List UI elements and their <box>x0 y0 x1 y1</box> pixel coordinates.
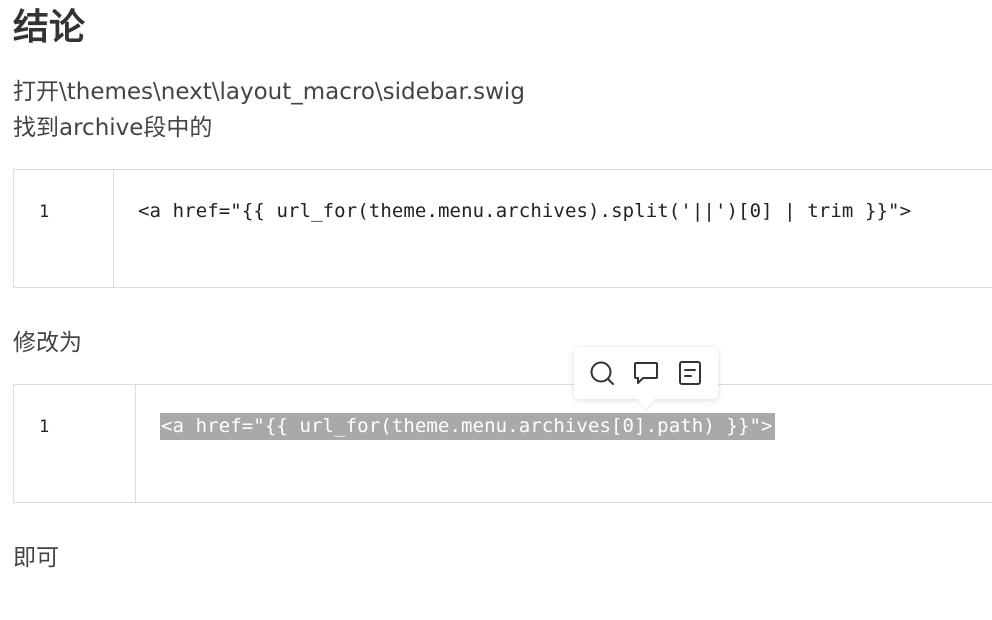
line-number: 1 <box>14 170 114 287</box>
code-block-original: 1 <a href="{{ url_for(theme.menu.archive… <box>13 169 992 288</box>
search-button[interactable] <box>585 356 619 390</box>
paragraph-done: 即可 <box>13 545 59 571</box>
paragraph-change-to: 修改为 <box>13 330 82 356</box>
search-icon <box>590 361 614 385</box>
paragraph-open-file: 打开\themes\next\layout_macro\sidebar.swig <box>13 79 525 105</box>
paragraph-find-archive: 找到archive段中的 <box>13 115 213 141</box>
selected-code-text[interactable]: <a href="{{ url_for(theme.menu.archives[… <box>160 413 775 440</box>
line-number: 1 <box>14 385 136 502</box>
selection-toolbar <box>574 347 718 399</box>
article-page: 结论 打开\themes\next\layout_macro\sidebar.s… <box>0 0 992 620</box>
comment-button[interactable] <box>629 356 663 390</box>
code-line[interactable]: <a href="{{ url_for(theme.menu.archives)… <box>114 170 911 287</box>
code-line[interactable]: <a href="{{ url_for(theme.menu.archives[… <box>136 385 775 502</box>
comment-icon <box>634 362 658 384</box>
note-button[interactable] <box>673 356 707 390</box>
section-heading: 结论 <box>13 7 86 48</box>
note-icon <box>679 361 701 385</box>
code-block-modified: 1 <a href="{{ url_for(theme.menu.archive… <box>13 384 992 503</box>
